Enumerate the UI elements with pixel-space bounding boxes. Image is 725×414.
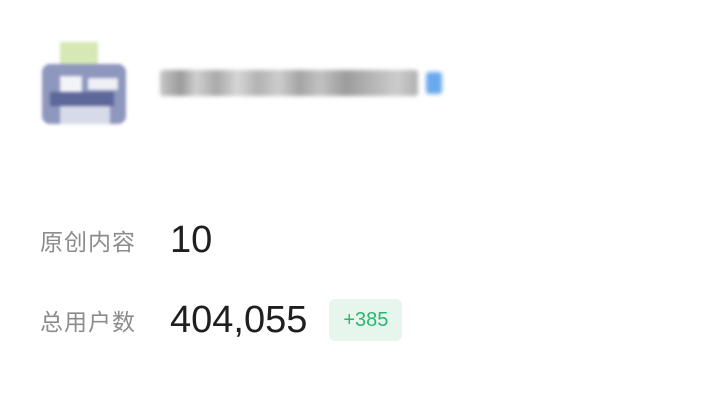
avatar-pixel-block — [60, 106, 110, 124]
stat-value: 10 — [170, 218, 213, 261]
stats-list: 原创内容 10 总用户数 404,055 +385 — [40, 212, 403, 348]
avatar-pixel-block — [60, 42, 98, 64]
avatar-pixel-block — [88, 78, 118, 90]
account-summary-panel: 原创内容 10 总用户数 404,055 +385 — [0, 0, 725, 414]
stat-row-total-users: 总用户数 404,055 +385 — [40, 292, 403, 348]
stat-label: 总用户数 — [40, 310, 136, 336]
redacted-name-bar — [160, 70, 418, 96]
account-name-redacted[interactable] — [160, 66, 456, 100]
stat-label: 原创内容 — [40, 230, 136, 256]
avatar-pixel-block — [50, 92, 114, 106]
avatar[interactable] — [36, 42, 126, 124]
stat-row-original-content: 原创内容 10 — [40, 212, 402, 268]
user-growth-badge: +385 — [329, 299, 403, 341]
account-header — [36, 42, 456, 124]
verified-badge-icon — [426, 72, 442, 94]
stat-value: 404,055 — [170, 298, 308, 341]
